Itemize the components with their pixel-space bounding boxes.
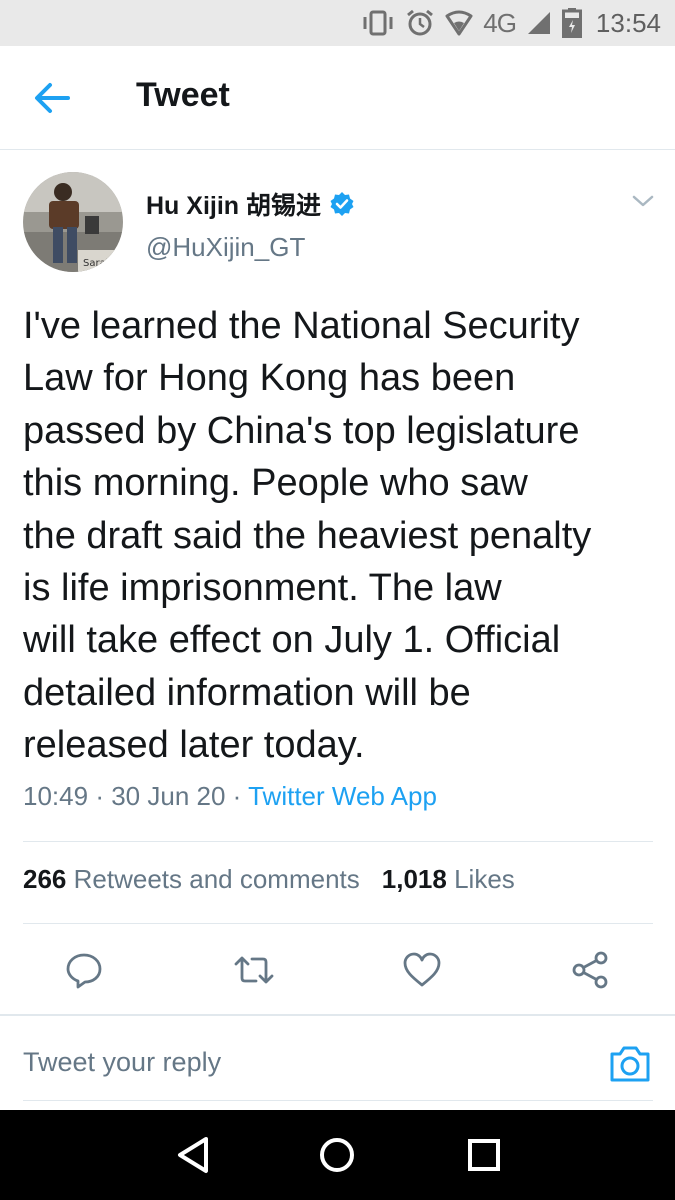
author-handle[interactable]: @HuXijin_GT (146, 232, 305, 263)
reply-input[interactable]: Tweet your reply (23, 1047, 221, 1078)
tweet-stats: 266 Retweets and comments 1,018 Likes (23, 864, 515, 895)
nav-back-icon[interactable] (176, 1136, 210, 1174)
author-name[interactable]: Hu Xijin 胡锡进 (146, 186, 355, 222)
vibrate-icon (363, 10, 393, 36)
tweet-time: 10:49 (23, 781, 89, 811)
arrow-left-icon[interactable] (32, 80, 72, 116)
divider (23, 1100, 653, 1101)
avatar-caption: Saraje (83, 258, 115, 269)
divider (23, 923, 653, 924)
network-type: 4G (483, 7, 517, 38)
author-name-text: Hu Xijin 胡锡进 (146, 192, 322, 220)
retweets-label: Retweets and comments (73, 864, 360, 894)
tweet-actions (0, 944, 675, 996)
likes-stat[interactable]: 1,018 Likes (382, 864, 515, 895)
status-time: 13:54 (595, 7, 661, 38)
comment-icon[interactable] (64, 950, 104, 990)
tweet-source-link[interactable]: Twitter Web App (248, 781, 437, 811)
wifi-icon (445, 10, 473, 36)
chevron-down-icon[interactable] (630, 192, 656, 210)
nav-recents-icon[interactable] (467, 1138, 501, 1172)
tweet-meta: 10:49 · 30 Jun 20 · Twitter Web App (23, 781, 437, 812)
divider (0, 1014, 675, 1016)
retweet-icon[interactable] (232, 950, 276, 990)
avatar-photo: Saraje (23, 172, 123, 272)
tweet-text: I've learned the National Security Law f… (23, 305, 592, 767)
meta-separator: · (95, 781, 104, 811)
retweets-stat[interactable]: 266 Retweets and comments (23, 864, 360, 895)
camera-icon[interactable] (608, 1044, 652, 1084)
status-bar: 4G 13:54 (0, 0, 675, 46)
signal-icon (527, 12, 550, 34)
tweet-date: 30 Jun 20 (111, 781, 226, 811)
heart-icon[interactable] (402, 950, 442, 990)
alarm-icon (407, 9, 434, 36)
nav-home-icon[interactable] (319, 1137, 355, 1173)
battery-icon (561, 8, 582, 38)
verified-badge-icon (330, 192, 354, 216)
status-icons: 4G 13:54 (361, 6, 661, 40)
page-title: Tweet (136, 76, 230, 114)
divider (23, 841, 653, 842)
share-icon[interactable] (570, 950, 610, 990)
avatar[interactable]: Saraje (23, 172, 123, 272)
app-header: Tweet (0, 46, 675, 150)
likes-label: Likes (454, 864, 515, 894)
meta-separator: · (232, 781, 242, 811)
likes-count: 1,018 (381, 864, 447, 894)
android-nav-bar (0, 1110, 675, 1200)
retweets-count: 266 (23, 864, 67, 894)
